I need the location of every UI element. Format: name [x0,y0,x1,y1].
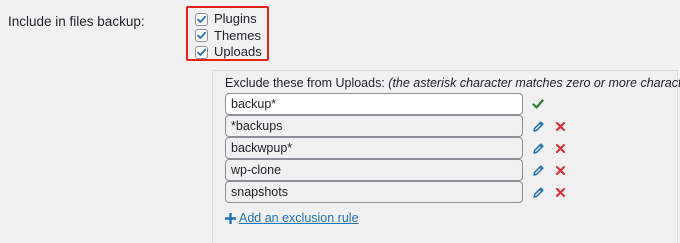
checkbox-row-plugins[interactable]: Plugins [195,11,267,28]
checkmark-icon [197,31,207,40]
exclusion-heading-note: (the asterisk character matches zero or … [388,76,680,90]
plugins-label: Plugins [214,11,257,27]
edit-rule-button[interactable] [531,185,545,199]
themes-checkbox[interactable] [195,29,208,43]
exclusion-heading: Exclude these from Uploads: (the asteris… [225,76,680,90]
uploads-label: Uploads [214,44,262,60]
include-in-backup-label: Include in files backup: [8,14,145,29]
uploads-checkbox[interactable] [195,45,208,59]
pencil-icon [532,186,544,198]
checkbox-row-uploads[interactable]: Uploads [195,44,267,61]
edit-rule-button[interactable] [531,119,545,133]
delete-rule-button[interactable] [553,185,567,199]
close-icon [555,121,565,131]
delete-rule-button[interactable] [553,163,567,177]
exclusion-rule-input[interactable] [225,115,523,137]
check-icon [532,99,544,109]
exclusion-rules-panel: Exclude these from Uploads: (the asteris… [212,70,680,243]
exclusion-rule-input[interactable] [225,93,523,115]
close-icon [555,165,565,175]
checkmark-icon [197,48,207,56]
pencil-icon [532,142,544,154]
exclusion-rule-row [225,137,625,159]
edit-rule-button[interactable] [531,163,545,177]
exclusion-rule-input[interactable] [225,159,523,181]
checkbox-row-themes[interactable]: Themes [195,28,267,45]
add-exclusion-rule-label[interactable]: Add an exclusion rule [239,211,359,225]
exclusion-rule-row [225,115,625,137]
exclusion-rule-row [225,159,625,181]
pencil-icon [532,120,544,132]
backup-options-group: Plugins Themes Uploads [186,6,269,61]
exclusion-rule-row [225,93,625,115]
exclusion-heading-title: Exclude these from Uploads: [225,76,385,90]
confirm-rule-button[interactable] [531,97,545,111]
plugins-checkbox[interactable] [195,12,208,26]
delete-rule-button[interactable] [553,141,567,155]
pencil-icon [532,164,544,176]
exclusion-rule-input[interactable] [225,181,523,203]
exclusion-rule-row [225,181,625,203]
close-icon [555,143,565,153]
exclusion-rule-input[interactable] [225,137,523,159]
edit-rule-button[interactable] [531,141,545,155]
themes-label: Themes [214,27,261,43]
plus-icon [225,212,236,224]
checkmark-icon [197,15,207,23]
delete-rule-button[interactable] [553,119,567,133]
close-icon [555,187,565,197]
add-exclusion-rule-link[interactable]: Add an exclusion rule [225,211,359,225]
